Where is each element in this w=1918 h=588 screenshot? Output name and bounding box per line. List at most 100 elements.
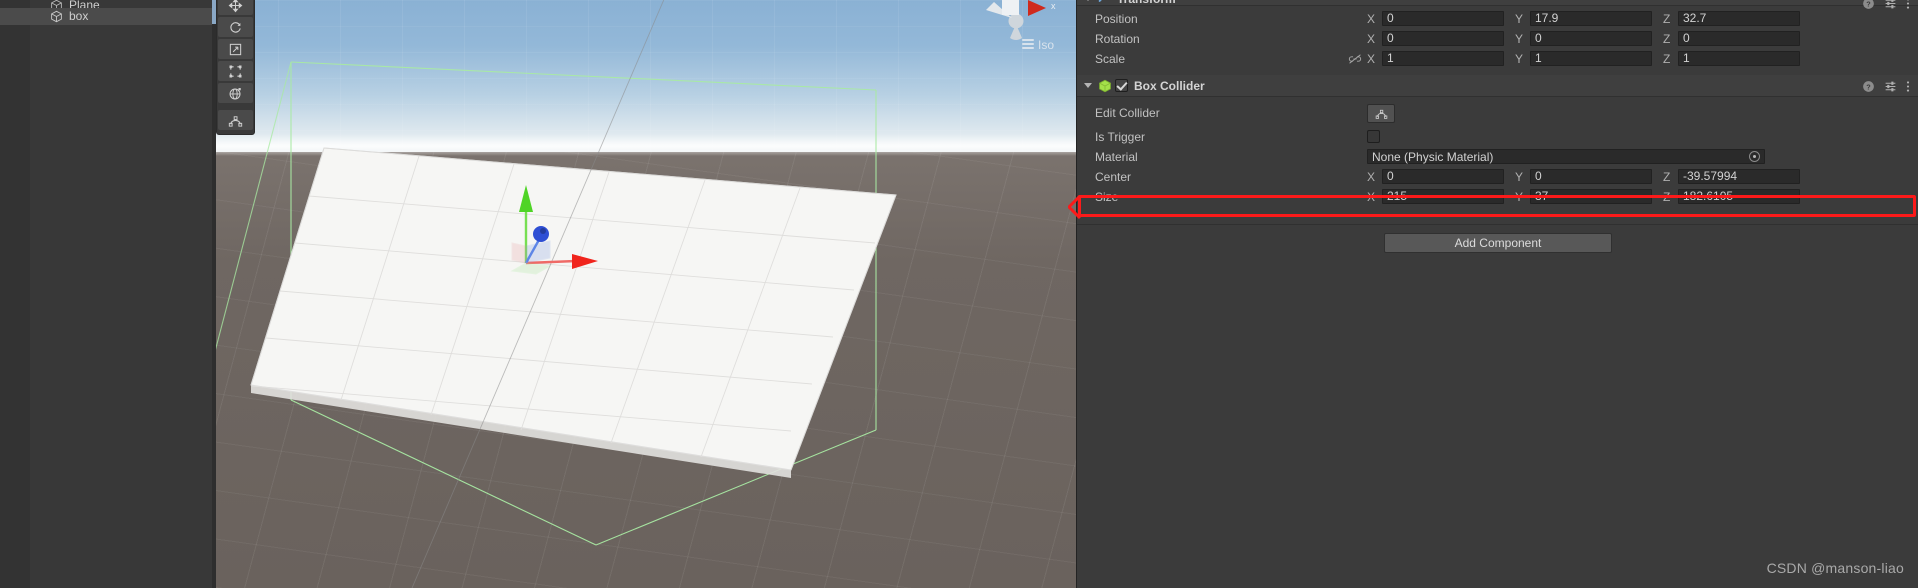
transform-scale-row[interactable]: Scale X 1 Y 1 Z 1: [1077, 50, 1918, 67]
size-x-input[interactable]: 215: [1382, 189, 1504, 204]
move-tool-button[interactable]: [218, 0, 253, 15]
hierarchy-item-label: box: [69, 9, 89, 23]
scale-vector3[interactable]: X 1 Y 1 Z 1: [1348, 51, 1918, 66]
material-row[interactable]: Material None (Physic Material): [1077, 148, 1918, 165]
chevron-down-icon[interactable]: [1084, 83, 1092, 88]
collider-center-row[interactable]: Center X 0 Y 0 Z -39.57994: [1077, 168, 1918, 185]
scale-tool-button[interactable]: [218, 39, 253, 59]
svg-text:?: ?: [1866, 0, 1871, 8]
size-label: Size: [1095, 189, 1119, 204]
scale-icon: [229, 43, 242, 55]
material-value-text: None (Physic Material): [1372, 149, 1494, 164]
center-vector3[interactable]: X 0 Y 0 Z -39.57994: [1367, 169, 1918, 184]
scene-geometry: [216, 0, 897, 588]
more-menu-icon[interactable]: [1906, 80, 1910, 93]
material-label: Material: [1095, 149, 1138, 164]
center-y-input[interactable]: 0: [1530, 169, 1652, 184]
svg-text:?: ?: [1866, 82, 1871, 91]
box-collider-icon: [1099, 79, 1111, 92]
collider-edit-icon: [1375, 109, 1387, 119]
move-icon: [228, 0, 243, 12]
axis-y-label: Y: [1515, 31, 1524, 46]
scene-axis-gizmo[interactable]: x: [972, 0, 1062, 58]
position-z-input[interactable]: 32.7: [1678, 11, 1800, 26]
center-label: Center: [1095, 169, 1132, 184]
preset-icon[interactable]: [1884, 0, 1897, 10]
add-component-button[interactable]: Add Component: [1384, 233, 1612, 253]
box-collider-enabled-checkbox[interactable]: [1115, 79, 1128, 92]
rect-icon: [229, 65, 242, 77]
watermark-text: CSDN @manson-liao: [1766, 560, 1904, 576]
is-trigger-row[interactable]: Is Trigger: [1077, 128, 1918, 145]
add-component-row: Add Component: [1077, 233, 1918, 253]
position-y-input[interactable]: 17.9: [1530, 11, 1652, 26]
transform-icon: [229, 87, 241, 99]
help-icon[interactable]: ?: [1862, 80, 1875, 93]
rotation-y-input[interactable]: 0: [1530, 31, 1652, 46]
rect-tool-button[interactable]: [218, 61, 253, 81]
box-collider-header-icons: ?: [1862, 75, 1910, 97]
material-object-field[interactable]: None (Physic Material): [1367, 149, 1765, 164]
unity-editor-window: Plane box x Iso ? Position X 0 Y 17.9 Z …: [0, 0, 1918, 588]
transform-position-row[interactable]: Position X 0 Y 17.9 Z 32.7: [1077, 10, 1918, 27]
transform-rotation-row[interactable]: Rotation X 0 Y 0 Z 0: [1077, 30, 1918, 47]
size-vector3[interactable]: X 215 Y 37 Z 182.6105: [1367, 189, 1918, 204]
hierarchy-gutter: [0, 0, 30, 588]
scale-label: Scale: [1095, 51, 1126, 66]
position-x-input[interactable]: 0: [1382, 11, 1504, 26]
edit-collider-label: Edit Collider: [1095, 106, 1160, 120]
rotate-tool-button[interactable]: [218, 17, 253, 37]
scene-tools-strip[interactable]: [216, 0, 255, 135]
axis-y-label: Y: [1515, 11, 1524, 26]
edit-collider-button[interactable]: [1367, 103, 1395, 123]
scale-z-input[interactable]: 1: [1678, 51, 1800, 66]
scale-x-input[interactable]: 1: [1382, 51, 1504, 66]
is-trigger-checkbox[interactable]: [1367, 130, 1380, 143]
more-menu-icon[interactable]: [1906, 0, 1910, 10]
axis-y-label: Y: [1515, 51, 1524, 66]
axis-z-label: Z: [1663, 31, 1671, 46]
plane-object: [250, 147, 897, 478]
center-z-input[interactable]: -39.57994: [1678, 169, 1800, 184]
rotation-z-input[interactable]: 0: [1678, 31, 1800, 46]
axis-x-label: X: [1367, 31, 1376, 46]
rotation-label: Rotation: [1095, 31, 1140, 46]
gizmo-axis-x-label: x: [1051, 1, 1056, 11]
constrain-proportions-off-icon[interactable]: [1348, 53, 1362, 65]
axis-x-label: X: [1367, 189, 1376, 204]
box-collider-component-header[interactable]: Box Collider ?: [1077, 75, 1918, 97]
size-z-input[interactable]: 182.6105: [1678, 189, 1800, 204]
highlight-pointer: [1068, 194, 1082, 220]
edit-collider-row[interactable]: Edit Collider: [1077, 101, 1918, 125]
axis-z-label: Z: [1663, 189, 1671, 204]
object-picker-icon[interactable]: [1749, 151, 1760, 162]
cube-icon: [51, 10, 62, 23]
transform-component-title: Transform: [1117, 0, 1176, 6]
center-x-input[interactable]: 0: [1382, 169, 1504, 184]
hierarchy-item-box[interactable]: box: [0, 8, 216, 25]
chevron-down-icon[interactable]: [1084, 0, 1092, 1]
preset-icon[interactable]: [1884, 80, 1897, 93]
box-collider-component-title: Box Collider: [1134, 78, 1205, 93]
scene-view[interactable]: x Iso: [216, 0, 1076, 588]
size-y-input[interactable]: 37: [1530, 189, 1652, 204]
is-trigger-label: Is Trigger: [1095, 129, 1146, 144]
axis-z-label: Z: [1663, 51, 1671, 66]
scale-y-input[interactable]: 1: [1530, 51, 1652, 66]
axis-z-label: Z: [1663, 11, 1671, 26]
help-icon[interactable]: ?: [1862, 0, 1875, 10]
transform-icon: [1098, 0, 1102, 2]
transform-tool-button[interactable]: [218, 83, 253, 103]
transform-component-header[interactable]: Transform ?: [1077, 0, 1918, 9]
position-vector3[interactable]: X 0 Y 17.9 Z 32.7: [1367, 11, 1918, 26]
custom-editor-tool-button[interactable]: [218, 110, 253, 130]
axis-y-label: Y: [1515, 169, 1524, 184]
rotate-icon: [230, 21, 241, 33]
rotation-vector3[interactable]: X 0 Y 0 Z 0: [1367, 31, 1918, 46]
rotation-x-input[interactable]: 0: [1382, 31, 1504, 46]
hierarchy-panel: Plane box: [0, 0, 216, 588]
axis-x-label: X: [1367, 169, 1376, 184]
position-label: Position: [1095, 11, 1138, 26]
collider-size-row[interactable]: Size X 215 Y 37 Z 182.6105: [1077, 188, 1918, 205]
collider-edit-icon: [228, 115, 243, 127]
